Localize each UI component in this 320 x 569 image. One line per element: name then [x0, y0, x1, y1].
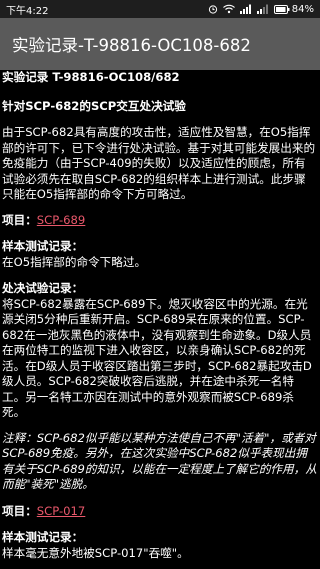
sample-test-2-label: 样本测试记录： [2, 530, 84, 544]
battery-indicator: 84% [273, 3, 314, 15]
sample-test-label: 样本测试记录： [2, 239, 84, 253]
wifi-icon [222, 4, 235, 14]
app-bar: 实验记录-T-98816-OC108-682 [0, 18, 320, 70]
execution-test-text: 将SCP-682暴露在SCP-689下。熄灭收容区中的光源。在光源关闭5分种后重… [2, 296, 312, 420]
doc-heading: 实验记录 T-98816-OC108/682 [2, 70, 180, 84]
doc-note: 注释：SCP-682似乎能以某种方法使自己不再"活着"，或者对SCP-689免疫… [2, 430, 317, 492]
signal-icon-2 [256, 4, 268, 14]
status-time: 下午4:22 [6, 5, 49, 17]
doc-subheading: 针对SCP-682的SCP交互处决试验 [2, 98, 186, 113]
sample-test-2-text: 样本毫无意外地被SCP-017"吞噬"。 [2, 545, 189, 560]
item-2: 项目：SCP-017 [2, 504, 317, 520]
item-1-label: 项目： [2, 212, 37, 227]
battery-percent: 84% [291, 3, 314, 15]
execution-test-label: 处决试验记录： [2, 281, 84, 295]
item-1: 项目：SCP-689 [2, 213, 317, 229]
document-content[interactable]: 实验记录 T-98816-OC108/682 针对SCP-682的SCP交互处决… [0, 70, 320, 569]
status-icons: 84% [208, 4, 314, 15]
scp-017-link[interactable]: SCP-017 [37, 504, 86, 518]
doc-intro: 由于SCP-682具有高度的攻击性，适应性及智慧，在O5指挥部的许可下，已下令进… [2, 125, 316, 201]
app-bar-title: 实验记录-T-98816-OC108-682 [12, 36, 251, 55]
alarm-icon [208, 5, 217, 14]
signal-icon [239, 4, 251, 14]
sample-test-text: 在O5指挥部的命令下略过。 [2, 254, 147, 269]
scp-689-link[interactable]: SCP-689 [37, 213, 86, 227]
item-2-label: 项目： [2, 503, 37, 518]
battery-icon [273, 4, 290, 14]
status-bar: 下午4:22 84% [0, 0, 320, 18]
